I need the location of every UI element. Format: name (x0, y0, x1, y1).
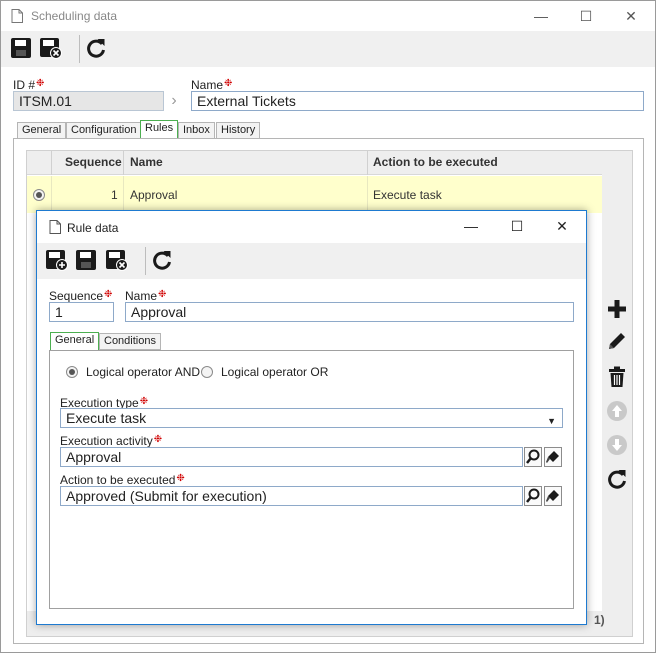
save-button[interactable] (10, 37, 34, 61)
dialog-minimize-button[interactable]: — (449, 215, 493, 237)
general-tab-panel: Logical operator AND Logical operator OR… (49, 350, 574, 609)
action-to-be-executed-field[interactable]: Approved (Submit for execution) (60, 486, 523, 506)
column-separator (367, 151, 368, 175)
logical-and-label: Logical operator AND (86, 365, 201, 379)
toolbar-separator (79, 35, 80, 63)
row-radio[interactable] (33, 189, 45, 201)
column-separator (123, 176, 124, 213)
refresh-button[interactable] (85, 37, 109, 61)
table-row[interactable]: 1 Approval Execute task (27, 176, 602, 213)
tab-configuration[interactable]: Configuration (66, 122, 142, 139)
edit-button[interactable] (605, 329, 629, 353)
move-down-icon (607, 435, 627, 455)
chevron-right-icon[interactable]: › (166, 92, 182, 110)
dropdown-arrow-icon: ▼ (547, 416, 556, 426)
column-action[interactable]: Action to be executed (373, 155, 498, 169)
save-and-new-button[interactable] (45, 249, 69, 273)
column-sequence[interactable]: Sequence (65, 155, 122, 169)
column-separator (123, 151, 124, 175)
activity-clear-button[interactable] (544, 447, 562, 467)
add-button[interactable] (605, 297, 629, 321)
eraser-icon (546, 451, 559, 463)
save-new-icon (46, 250, 68, 271)
execution-activity-label: Execution activity❉ (60, 434, 163, 448)
dialog-save-and-close-button[interactable] (105, 249, 129, 273)
grid-header: Sequence Name Action to be executed (27, 151, 602, 175)
execution-activity-field[interactable]: Approval (60, 447, 523, 467)
row-name: Approval (130, 188, 178, 202)
sequence-field[interactable]: 1 (49, 302, 114, 322)
dialog-title: Rule data (67, 221, 119, 235)
tab-inbox[interactable]: Inbox (178, 122, 215, 139)
title-bar: Scheduling data — ☐ ✕ (1, 1, 655, 31)
tab-general[interactable]: General (50, 332, 100, 351)
execution-type-value: Execute task (66, 410, 147, 426)
edit-icon (609, 333, 625, 349)
column-separator (51, 151, 52, 175)
move-up-button[interactable] (605, 399, 629, 423)
dialog-close-button[interactable]: ✕ (540, 215, 584, 237)
action-to-be-executed-label: Action to be executed❉ (60, 473, 185, 487)
minimize-button[interactable]: — (519, 5, 563, 27)
tab-general[interactable]: General (17, 122, 67, 139)
refresh-icon (153, 251, 171, 270)
document-icon (49, 220, 61, 234)
window-title: Scheduling data (31, 9, 118, 23)
id-field: ITSM.01 (13, 91, 164, 111)
name-field[interactable]: External Tickets (191, 91, 644, 111)
maximize-button[interactable]: ☐ (564, 5, 608, 27)
refresh-icon (87, 39, 105, 58)
action-search-button[interactable] (524, 486, 542, 506)
tab-rules[interactable]: Rules (140, 120, 179, 139)
row-sequence: 1 (111, 188, 118, 202)
dialog-maximize-button[interactable]: ☐ (495, 215, 539, 237)
grid-footer-text: 1) (594, 613, 605, 627)
tab-history[interactable]: History (216, 122, 261, 139)
rule-name-field[interactable]: Approval (125, 302, 574, 322)
action-clear-button[interactable] (544, 486, 562, 506)
activity-search-button[interactable] (524, 447, 542, 467)
save-icon (11, 38, 31, 58)
main-toolbar (1, 31, 655, 67)
execution-type-select[interactable]: Execute task ▼ (60, 408, 563, 428)
rule-name-label: Name❉ (125, 289, 167, 303)
column-separator (367, 176, 368, 213)
column-separator (51, 176, 52, 213)
delete-icon (609, 366, 625, 387)
document-icon (11, 9, 23, 23)
logical-or-radio[interactable] (201, 366, 213, 378)
save-and-close-button[interactable] (39, 37, 63, 61)
logical-and-radio[interactable] (66, 366, 78, 378)
rule-data-dialog: Rule data — ☐ ✕ Sequence❉ 1 Name❉ Approv… (36, 210, 587, 625)
add-icon (608, 300, 626, 318)
save-close-icon (40, 38, 62, 59)
dialog-toolbar (37, 243, 586, 279)
tab-conditions[interactable]: Conditions (99, 333, 161, 350)
id-label: ID #❉ (13, 78, 45, 92)
eraser-icon (546, 490, 559, 502)
save-close-icon (106, 250, 128, 271)
grid-refresh-button[interactable] (605, 467, 629, 491)
dialog-refresh-button[interactable] (151, 249, 175, 273)
toolbar-separator (145, 247, 146, 275)
column-name[interactable]: Name (130, 155, 163, 169)
sequence-label: Sequence❉ (49, 289, 113, 303)
close-button[interactable]: ✕ (609, 5, 653, 27)
save-icon (76, 250, 96, 270)
move-up-icon (607, 401, 627, 421)
name-label: Name❉ (191, 78, 233, 92)
refresh-icon (608, 470, 626, 489)
delete-button[interactable] (605, 365, 629, 389)
search-icon (526, 488, 540, 503)
search-icon (526, 449, 540, 464)
row-action: Execute task (373, 188, 442, 202)
move-down-button[interactable] (605, 433, 629, 457)
dialog-save-button[interactable] (75, 249, 99, 273)
logical-or-label: Logical operator OR (221, 365, 329, 379)
